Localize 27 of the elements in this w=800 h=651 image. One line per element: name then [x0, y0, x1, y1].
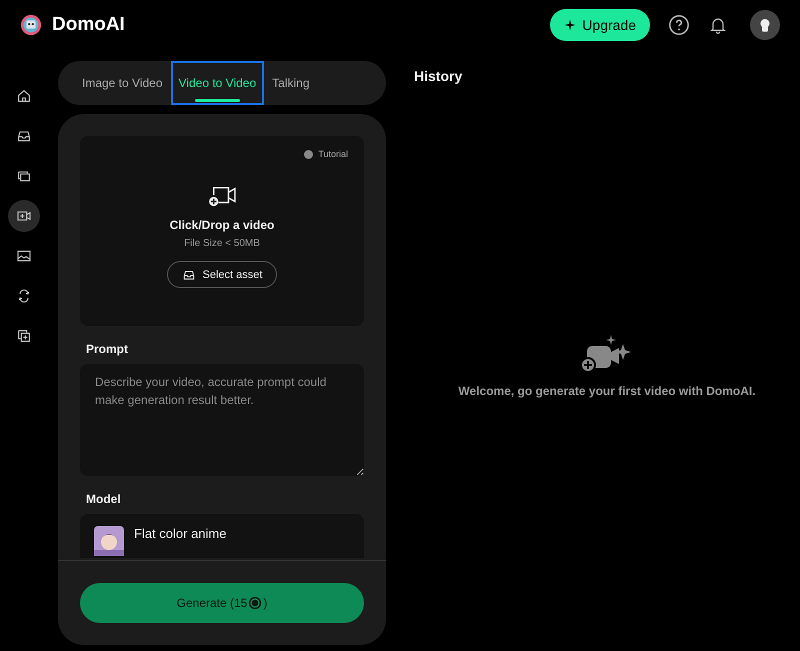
avatar[interactable]	[750, 10, 780, 40]
empty-history-message: Welcome, go generate your first video with DomoAI.	[458, 384, 756, 398]
generate-button[interactable]: Generate (15 )	[80, 583, 364, 623]
add-video-icon	[207, 184, 237, 208]
model-selector[interactable]: Flat color anime	[80, 514, 364, 558]
robot-logo-icon	[20, 14, 42, 36]
loop-icon	[16, 288, 32, 304]
home-icon	[16, 88, 32, 104]
tab[interactable]: Image to Video	[74, 61, 171, 105]
tab[interactable]: Video to Video	[170, 61, 264, 105]
prompt-label: Prompt	[86, 342, 129, 356]
tutorial-link[interactable]: Tutorial	[318, 149, 348, 159]
prompt-field[interactable]: Describe your video, accurate prompt could make generation result better.	[80, 364, 364, 476]
model-label: Model	[86, 492, 122, 506]
coin-icon	[248, 596, 262, 610]
copy-icon	[16, 328, 32, 344]
upload-title: Click/Drop a video	[170, 218, 274, 232]
select-asset-button[interactable]: Select asset	[166, 261, 278, 288]
upload-area[interactable]: Tutorial Click/Drop a video File Size < 50MB Select asset	[80, 136, 364, 326]
history-title: History	[414, 68, 464, 84]
sidebar-video-item[interactable]	[8, 200, 40, 232]
brand-name: DomoAI	[52, 14, 125, 36]
file-size-hint: File Size < 50MB	[184, 238, 260, 249]
tab[interactable]: Talking	[264, 61, 318, 105]
upgrade-button[interactable]: Upgrade	[550, 9, 650, 41]
image-icon	[16, 248, 32, 264]
sparkle-icon	[564, 19, 576, 31]
